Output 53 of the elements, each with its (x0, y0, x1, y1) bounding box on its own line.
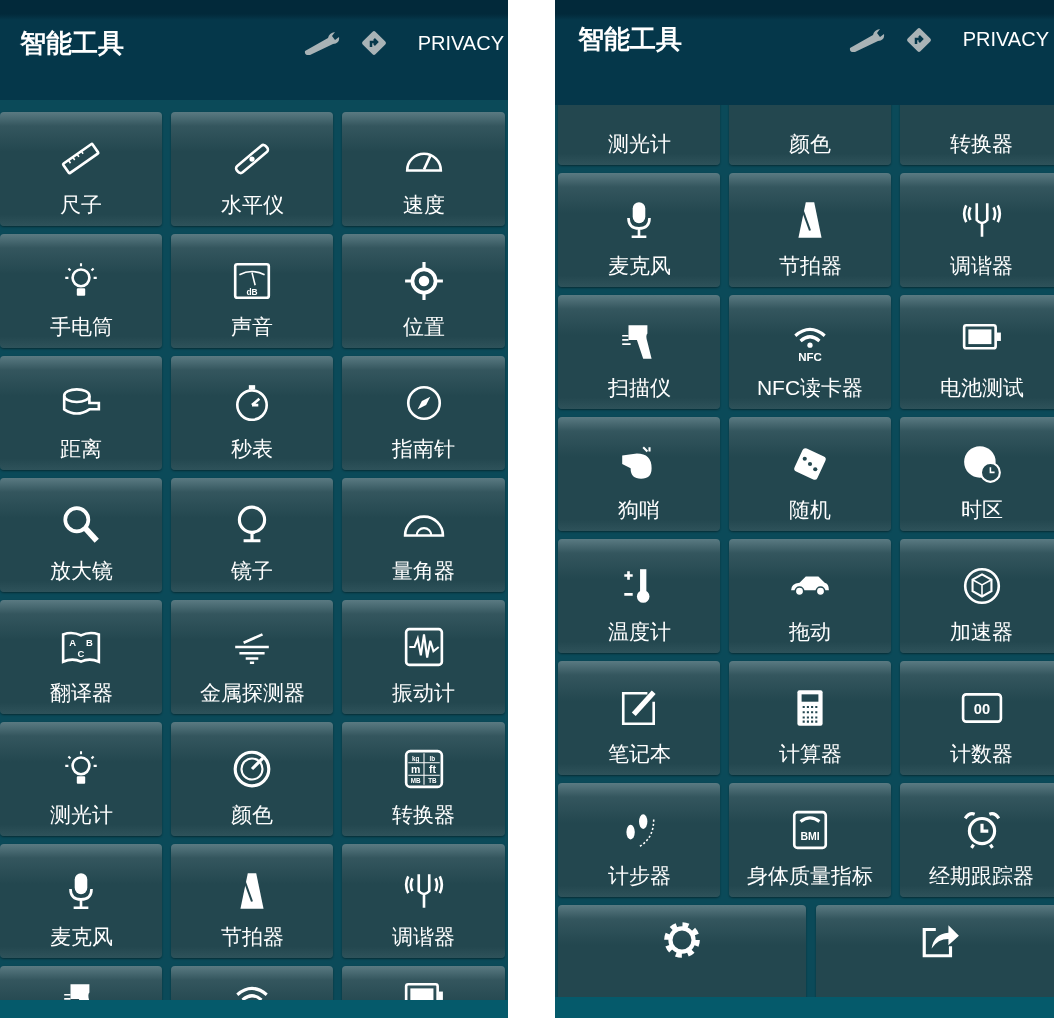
gear-icon (661, 919, 703, 961)
tool-tile[interactable]: 狗哨 (558, 417, 720, 531)
tool-tile[interactable]: 速度 (342, 112, 505, 226)
target-icon (402, 260, 445, 302)
tool-tile[interactable]: 位置 (342, 234, 505, 348)
privacy-button[interactable]: PRIVACY (962, 24, 1049, 55)
tool-tile[interactable]: 尺子 (0, 112, 162, 226)
app-title: 智能工具 (578, 23, 682, 56)
tool-tile[interactable]: 转换器 (900, 105, 1054, 165)
tool-tile[interactable]: 节拍器 (729, 173, 891, 287)
tool-tile[interactable]: 水平仪 (171, 112, 333, 226)
tool-tile[interactable]: 温度计 (558, 539, 720, 653)
tool-tile[interactable]: 调谐器 (342, 844, 505, 958)
magnifier-icon (60, 504, 102, 546)
tool-tile[interactable]: 经期跟踪器 (900, 783, 1054, 897)
tool-tile[interactable]: 金属探测器 (171, 600, 333, 714)
tool-tile[interactable]: 麦克风 (0, 844, 162, 958)
tool-tile[interactable]: 加速器 (900, 539, 1054, 653)
tool-tile[interactable]: 笔记本 (558, 661, 720, 775)
tool-tile[interactable]: 颜色 (729, 105, 891, 165)
tool-tile[interactable]: 节拍器 (171, 844, 333, 958)
tool-tile[interactable]: 计步器 (558, 783, 720, 897)
tool-tile[interactable]: 量角器 (342, 478, 505, 592)
tool-tile[interactable]: 放大镜 (0, 478, 162, 592)
color-dial-icon (231, 748, 273, 790)
tool-tile[interactable]: 镜子 (171, 478, 333, 592)
tool-tile[interactable]: 指南针 (342, 356, 505, 470)
tool-tile[interactable]: 时区 (900, 417, 1054, 531)
tool-tile[interactable]: 测光计 (558, 105, 720, 165)
tool-tile[interactable]: 秒表 (171, 356, 333, 470)
tool-tile[interactable]: 距离 (0, 356, 162, 470)
tool-tile[interactable]: 颜色 (171, 722, 333, 836)
tool-tile[interactable]: 手电筒 (0, 234, 162, 348)
tool-tile[interactable]: 麦克风 (558, 173, 720, 287)
tool-tile[interactable]: dB 声音 (171, 234, 333, 348)
tool-tile[interactable]: 调谐器 (900, 173, 1054, 287)
tool-tile[interactable]: NFC NFC读卡器 (729, 295, 891, 409)
sound-meter-icon: dB (231, 260, 273, 302)
tool-tile[interactable]: 拖动 (729, 539, 891, 653)
tool-tile[interactable]: 随机 (729, 417, 891, 531)
tool-tile[interactable]: 计算器 (729, 661, 891, 775)
tool-tile[interactable]: BMI 身体质量指标 (729, 783, 891, 897)
tool-tile[interactable]: 00 计数器 (900, 661, 1054, 775)
tool-tile[interactable]: 测光计 (0, 722, 162, 836)
tool-tile[interactable] (816, 905, 1054, 997)
tool-tile[interactable]: 扫描仪 (558, 295, 720, 409)
app-title: 智能工具 (20, 26, 124, 60)
tool-tile[interactable]: A B C 翻译器 (0, 600, 162, 714)
privacy-button[interactable]: PRIVACY (417, 27, 504, 59)
tool-tile[interactable] (558, 905, 806, 997)
waveform-icon (402, 626, 445, 668)
tool-tile[interactable]: 振动计 (342, 600, 505, 714)
tool-tile[interactable]: 电池测试 (900, 295, 1054, 409)
